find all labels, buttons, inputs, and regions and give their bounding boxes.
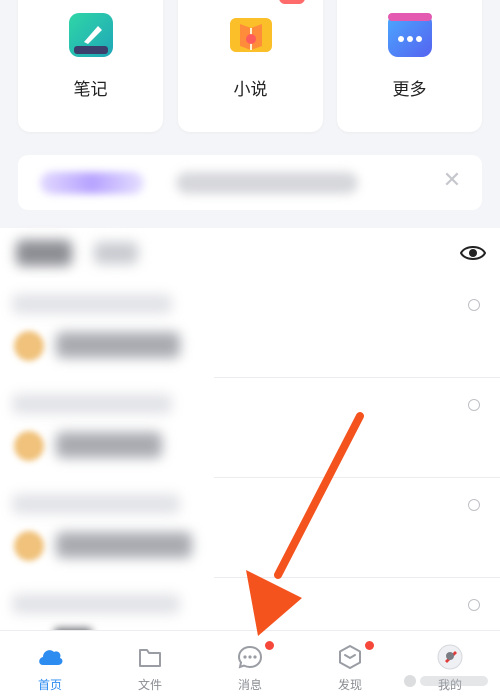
tab-messages-label: 消息 <box>237 678 262 692</box>
new-ribbon <box>279 0 305 4</box>
avatar-icon <box>437 644 463 670</box>
item-name <box>56 532 192 558</box>
novel-app-card[interactable]: 小说 <box>178 0 323 132</box>
list-item[interactable] <box>0 378 500 478</box>
tab-home-label: 首页 <box>37 678 62 692</box>
tab-discover[interactable]: 发现 <box>300 631 400 700</box>
chat-bubble-icon <box>237 645 263 669</box>
item-meta <box>12 494 180 514</box>
messages-badge <box>265 641 274 650</box>
select-radio[interactable] <box>468 399 480 411</box>
avatar <box>14 531 44 561</box>
item-meta <box>12 394 172 414</box>
avatar <box>14 431 44 461</box>
notice-banner[interactable]: ✕ <box>18 155 482 210</box>
tab-messages[interactable]: 消息 <box>200 631 300 700</box>
tab-files[interactable]: 文件 <box>100 631 200 700</box>
folder-icon <box>139 649 161 667</box>
more-app-card[interactable]: 更多 <box>337 0 482 132</box>
banner-text <box>176 172 358 194</box>
select-radio[interactable] <box>468 299 480 311</box>
select-radio[interactable] <box>468 599 480 611</box>
recent-filter[interactable] <box>94 242 138 264</box>
tab-discover-label: 发现 <box>337 678 362 692</box>
tab-home[interactable]: 首页 <box>0 631 100 700</box>
app-shortcuts: 笔记 小说 更多 <box>0 0 500 132</box>
notes-app-label: 笔记 <box>73 80 108 100</box>
cloud-home-icon <box>39 650 63 665</box>
discover-cube-icon <box>339 645 361 669</box>
novel-app-label: 小说 <box>233 80 268 100</box>
banner-tag <box>40 172 144 194</box>
avatar <box>14 331 44 361</box>
item-meta <box>12 294 172 314</box>
note-pen-icon <box>68 13 113 57</box>
item-name <box>56 432 162 458</box>
recent-file-list <box>0 278 500 642</box>
list-item[interactable] <box>0 278 500 378</box>
book-icon <box>229 18 272 52</box>
recent-title <box>16 240 72 266</box>
tab-files-label: 文件 <box>137 678 162 692</box>
watermark-logo <box>404 675 488 687</box>
more-dots-icon <box>387 13 432 57</box>
eye-icon[interactable] <box>460 241 486 265</box>
item-name <box>56 332 180 358</box>
close-icon[interactable]: ✕ <box>438 167 466 195</box>
recent-header <box>0 228 500 278</box>
notes-app-card[interactable]: 笔记 <box>18 0 163 132</box>
select-radio[interactable] <box>468 499 480 511</box>
discover-badge <box>365 641 374 650</box>
list-item[interactable] <box>0 478 500 578</box>
more-app-label: 更多 <box>392 80 427 100</box>
item-meta <box>12 594 180 614</box>
